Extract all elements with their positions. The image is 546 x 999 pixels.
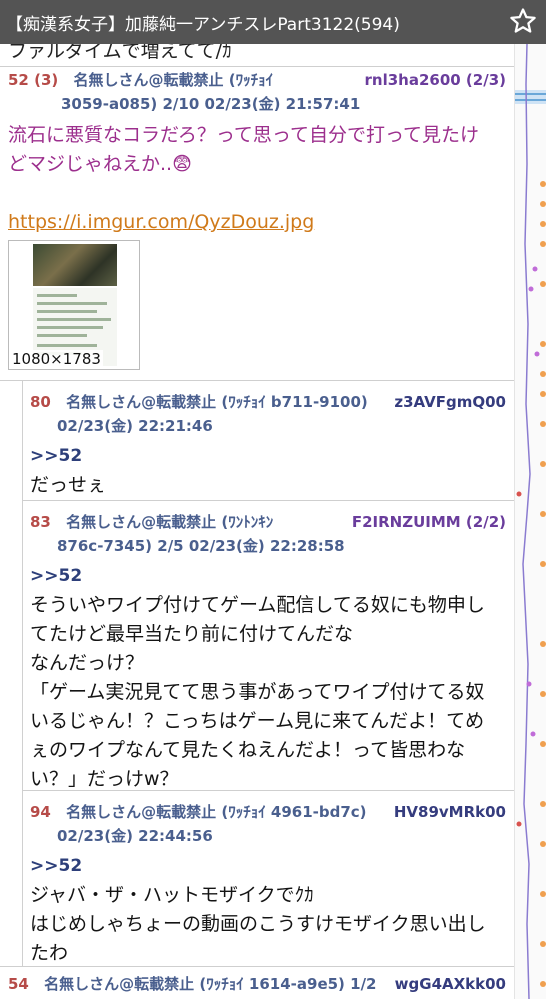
post-meta-date: 02/23(金) 22:44:56 bbox=[57, 827, 213, 845]
poster-name: 名無しさん@転載禁止 (ﾜｯﾁｮｲ b711-9100) bbox=[66, 393, 368, 411]
image-thumbnail[interactable]: 1080×1783 bbox=[8, 240, 140, 370]
post-text-line: なんだっけ？ bbox=[30, 652, 145, 674]
divider bbox=[0, 66, 514, 67]
post-text-line: どマジじゃねえか..😨 bbox=[8, 153, 192, 175]
reply-anchor[interactable]: >>52 bbox=[30, 442, 514, 471]
post-text-line: だっせぇ bbox=[30, 474, 107, 496]
post-number[interactable]: 52 (3) bbox=[8, 71, 58, 89]
poster-id[interactable]: wgG4AXkk00 bbox=[395, 972, 506, 996]
post-text-line: てたけど最早当たり前に付けてんだな bbox=[30, 623, 354, 645]
thumbnail-photo bbox=[33, 244, 117, 286]
reply-post-80[interactable]: 80 名無しさん@転載禁止 (ﾜｯﾁｮｲ b711-9100) z3AVFgmQ… bbox=[22, 381, 514, 500]
poster-name: 名無しさん@転載禁止 (ﾜｯﾁｮｲ 1614-a9e5) 1/2 bbox=[44, 975, 377, 993]
post-54[interactable]: 54 名無しさん@転載禁止 (ﾜｯﾁｮｲ 1614-a9e5) 1/2 wgG4… bbox=[0, 972, 514, 996]
post-52[interactable]: 52 (3) 名無しさん@転載禁止 (ﾜｯﾁｮｲ rnl3ha2600 (2/3… bbox=[0, 68, 514, 370]
star-outline-icon[interactable] bbox=[508, 6, 538, 36]
reply-post-83[interactable]: 83 名無しさん@転載禁止 (ﾜﾝﾄﾝｷﾝ F2IRNZUIMM (2/2) 8… bbox=[22, 501, 514, 791]
post-meta-date: 02/23(金) 22:21:46 bbox=[57, 417, 213, 435]
post-number[interactable]: 83 bbox=[30, 513, 51, 531]
title-bar: 【痴漢系女子】加藤純一アンチスレPart3122(594) bbox=[0, 0, 546, 44]
reply-anchor[interactable]: >>52 bbox=[30, 852, 514, 881]
minimap-graph bbox=[515, 43, 546, 999]
post-text-line: たわ bbox=[30, 942, 69, 964]
image-resolution: 1080×1783 bbox=[10, 350, 103, 368]
post-text-line: 「ゲーム実況見てて思う事があってワイプ付けてる奴 bbox=[30, 681, 485, 703]
post-meta-date: 876c-7345) 2/5 02/23(金) 22:28:58 bbox=[57, 537, 345, 555]
post-text-line: ぇのワイプなんて見たくねえんだよ！って皆思わな bbox=[30, 739, 466, 761]
divider bbox=[0, 966, 514, 967]
post-text-line: はじめしゃちょーの動画のこうすけモザイク思い出し bbox=[30, 913, 486, 935]
image-link[interactable]: https://i.imgur.com/QyzDouz.jpg bbox=[8, 208, 514, 237]
poster-name: 名無しさん@転載禁止 (ﾜﾝﾄﾝｷﾝ bbox=[66, 513, 274, 531]
poster-id[interactable]: HV89vMRk00 bbox=[394, 800, 506, 824]
reply-post-94[interactable]: 94 名無しさん@転載禁止 (ﾜｯﾁｮｲ 4961-bd7c) HV89vMRk… bbox=[22, 791, 514, 966]
reply-anchor[interactable]: >>52 bbox=[30, 562, 514, 591]
poster-id[interactable]: z3AVFgmQ00 bbox=[394, 390, 506, 414]
thread-content[interactable]: ファルダイムで増えてて/ｶ 52 (3) 名無しさん@転載禁止 (ﾜｯﾁｮｲ r… bbox=[0, 44, 514, 999]
poster-name: 名無しさん@転載禁止 (ﾜｯﾁｮｲ 4961-bd7c) bbox=[66, 803, 367, 821]
poster-name: 名無しさん@転載禁止 (ﾜｯﾁｮｲ bbox=[73, 71, 274, 89]
post-number[interactable]: 54 bbox=[8, 975, 29, 993]
post-meta-date: 3059-a085) 2/10 02/23(金) 21:57:41 bbox=[61, 95, 361, 113]
poster-id[interactable]: F2IRNZUIMM (2/2) bbox=[352, 510, 506, 534]
post-number[interactable]: 80 bbox=[30, 393, 51, 411]
poster-id[interactable]: rnl3ha2600 (2/3) bbox=[365, 68, 507, 92]
post-number[interactable]: 94 bbox=[30, 803, 51, 821]
post-text-line: いるじゃん！？こっちはゲーム見に来てんだよ！てめ bbox=[30, 710, 485, 732]
thread-title: 【痴漢系女子】加藤純一アンチスレPart3122(594) bbox=[6, 14, 400, 35]
post-text-line: 流石に悪質なコラだろ？って思って自分で打って見たけ bbox=[8, 124, 480, 146]
post-text-line: そういやワイプ付けてゲーム配信してる奴にも物申し bbox=[30, 594, 485, 616]
post-text-line: ジャバ・ザ・ハットモザイクでｸｶ bbox=[30, 884, 314, 906]
thread-minimap-scrollbar[interactable] bbox=[514, 43, 546, 999]
previous-post-text: ファルダイムで増えてて/ｶ bbox=[8, 44, 232, 62]
